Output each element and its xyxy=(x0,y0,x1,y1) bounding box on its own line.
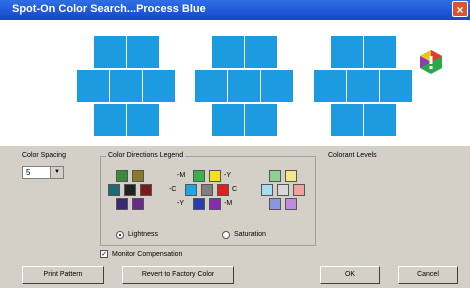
color-swatch[interactable] xyxy=(212,104,244,136)
revert-to-factory-color-button[interactable]: Revert to Factory Color xyxy=(122,266,234,284)
legend-title: Color Directions Legend xyxy=(106,152,186,159)
legend-swatch-light-green xyxy=(269,170,281,182)
chevron-down-icon[interactable]: ▼ xyxy=(50,167,63,178)
legend-swatch-blue xyxy=(193,198,205,210)
monitor-compensation-checkbox[interactable]: ✓ xyxy=(100,250,108,258)
monitor-compensation-label: Monitor Compensation xyxy=(112,251,183,258)
color-swatch[interactable] xyxy=(228,70,260,102)
legend-swatch-light-gray xyxy=(277,184,289,196)
color-swatch[interactable] xyxy=(195,70,227,102)
title-bar: Spot-On Color Search...Process Blue × xyxy=(0,0,470,20)
close-button[interactable]: × xyxy=(452,1,468,17)
legend-swatch-teal xyxy=(108,184,120,196)
lightness-label: Lightness xyxy=(128,231,158,238)
color-swatch[interactable] xyxy=(380,70,412,102)
color-swatch[interactable] xyxy=(347,70,379,102)
color-swatch[interactable] xyxy=(245,36,277,68)
color-swatch[interactable] xyxy=(331,104,363,136)
legend-swatch-olive xyxy=(132,170,144,182)
colorant-levels-panel xyxy=(328,160,408,226)
legend-swatch-light-yellow xyxy=(285,170,297,182)
saturation-label: Saturation xyxy=(234,231,266,238)
color-swatch[interactable] xyxy=(212,36,244,68)
legend-swatch-purple xyxy=(132,198,144,210)
legend-label-minus-m: -M xyxy=(177,172,186,179)
legend-swatch-light-violet xyxy=(285,198,297,210)
color-swatch[interactable] xyxy=(261,70,293,102)
color-swatch[interactable] xyxy=(110,70,142,102)
legend-swatch-violet xyxy=(209,198,221,210)
legend-swatch-gray xyxy=(201,184,213,196)
legend-swatch-light-red xyxy=(293,184,305,196)
color-swatch[interactable] xyxy=(331,36,363,68)
gamut-warning-icon xyxy=(420,50,442,74)
color-swatch[interactable] xyxy=(364,36,396,68)
legend-label-minus-m-bottom: -M xyxy=(224,200,233,207)
color-spacing-select[interactable]: 5 ▼ xyxy=(22,166,64,179)
saturation-radio[interactable] xyxy=(222,231,230,239)
color-spacing-value: 5 xyxy=(26,168,31,177)
color-spacing-label: Color Spacing xyxy=(22,152,66,159)
color-swatch[interactable] xyxy=(77,70,109,102)
color-swatch[interactable] xyxy=(364,104,396,136)
legend-swatch-black xyxy=(124,184,136,196)
color-swatch[interactable] xyxy=(143,70,175,102)
legend-label-minus-y: -Y xyxy=(224,172,231,179)
legend-label-minus-y-bottom: -Y xyxy=(177,200,184,207)
color-swatch[interactable] xyxy=(314,70,346,102)
legend-swatch-yellow xyxy=(209,170,221,182)
legend-swatch-green xyxy=(193,170,205,182)
color-swatch[interactable] xyxy=(127,36,159,68)
lightness-radio[interactable] xyxy=(116,231,124,239)
print-pattern-button[interactable]: Print Pattern xyxy=(22,266,104,284)
cancel-button[interactable]: Cancel xyxy=(398,266,458,284)
legend-label-minus-c: -C xyxy=(169,186,177,193)
ok-button[interactable]: OK xyxy=(320,266,380,284)
legend-swatch-light-cyan xyxy=(261,184,273,196)
legend-swatch-green xyxy=(116,170,128,182)
color-pattern-area xyxy=(0,20,470,146)
legend-swatch-maroon xyxy=(140,184,152,196)
colorant-levels-label: Colorant Levels xyxy=(328,152,377,159)
legend-label-c: C xyxy=(232,186,238,193)
legend-swatch-red xyxy=(217,184,229,196)
color-swatch[interactable] xyxy=(94,36,126,68)
color-swatch[interactable] xyxy=(127,104,159,136)
color-swatch[interactable] xyxy=(245,104,277,136)
legend-swatch-navy xyxy=(116,198,128,210)
window-title: Spot-On Color Search...Process Blue xyxy=(12,3,206,15)
legend-swatch-cyan xyxy=(185,184,197,196)
legend-swatch-light-blue xyxy=(269,198,281,210)
color-swatch[interactable] xyxy=(94,104,126,136)
